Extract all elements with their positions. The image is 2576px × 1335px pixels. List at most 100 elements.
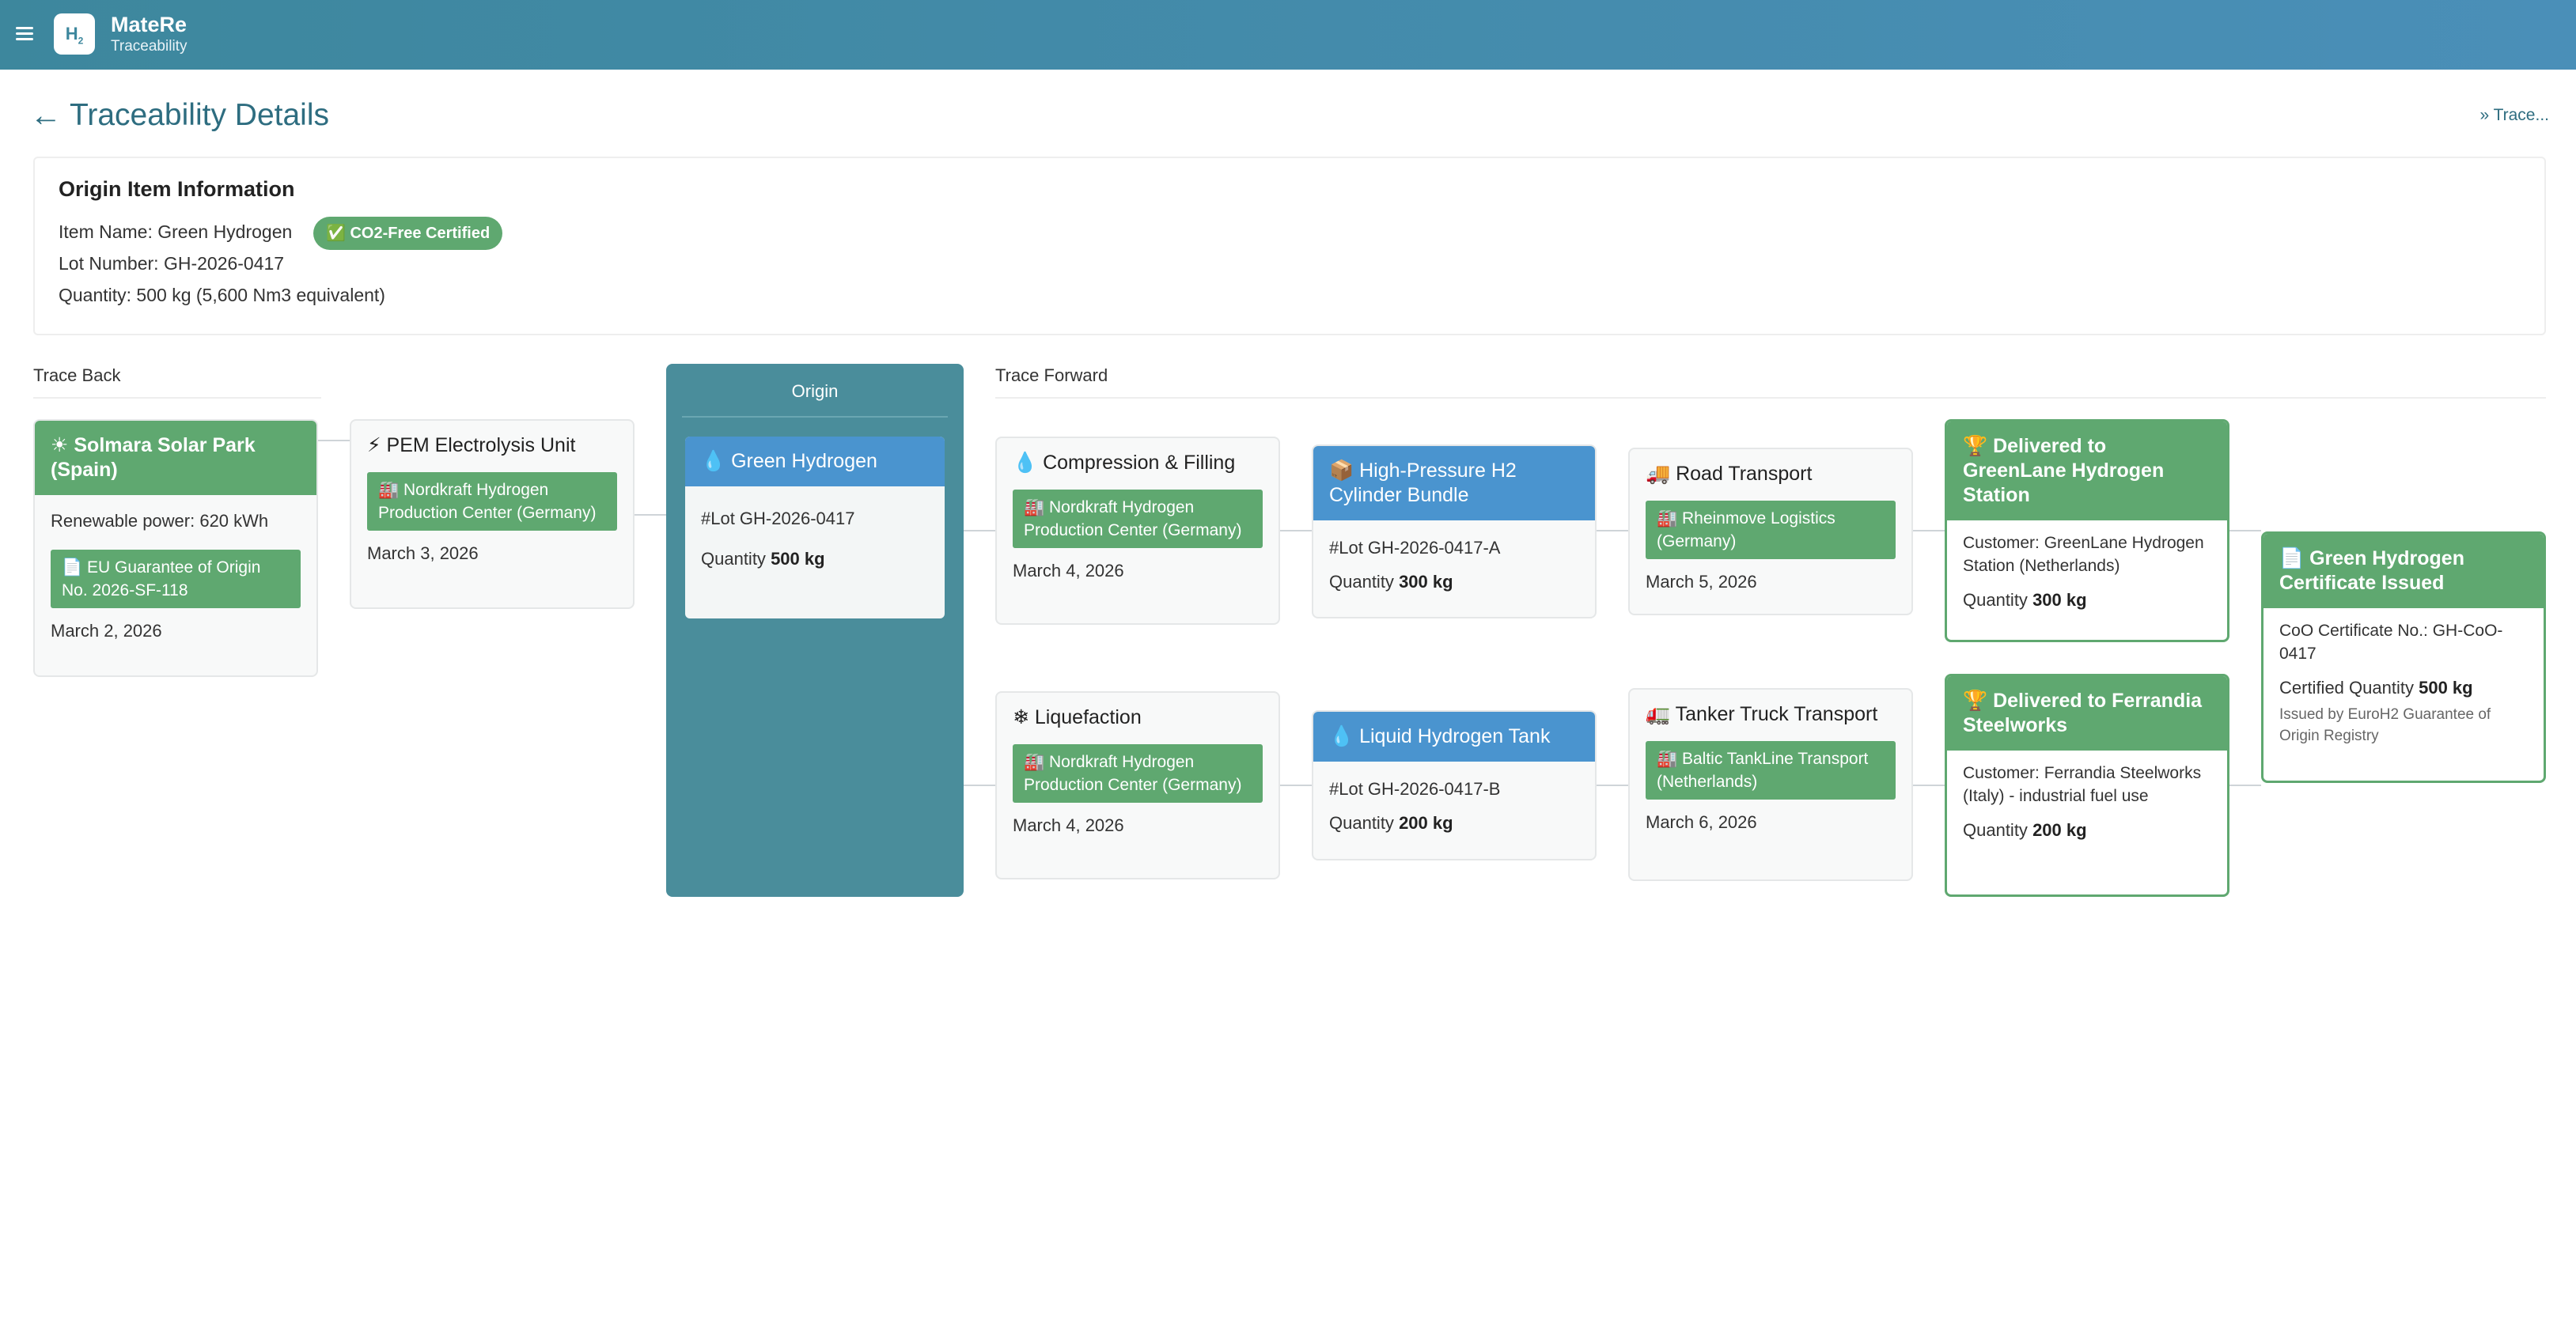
trace-forward-divider	[995, 397, 2546, 399]
app-subtitle: Traceability	[111, 38, 188, 55]
customer: Customer: Ferrandia Steelworks (Italy) -…	[1963, 764, 2202, 805]
card-title: Green Hydrogen Certificate Issued	[2279, 547, 2464, 594]
certified-quantity-value: 500 kg	[2419, 678, 2473, 698]
breadcrumb[interactable]: » Trace...	[2479, 106, 2549, 125]
connector	[1913, 785, 1945, 786]
hamburger-menu-icon[interactable]	[16, 24, 38, 46]
quantity-value: 200 kg	[1399, 813, 1453, 833]
card-title: Solmara Solar Park (Spain)	[51, 434, 256, 481]
card-title: Green Hydrogen	[731, 450, 877, 472]
connector	[318, 440, 351, 441]
connector	[635, 514, 666, 516]
back-arrow-icon[interactable]: ←	[30, 98, 62, 133]
quantity-row: Quantity 500 kg	[701, 547, 929, 570]
certificate-number: CoO Certificate No.: GH-CoO-0417	[2279, 622, 2503, 663]
lot-number: Lot Number: GH-2026-0417	[59, 253, 285, 274]
forward-card-compression-filling[interactable]: 💧 Compression & Filling 🏭 Nordkraft Hydr…	[995, 437, 1280, 625]
connector	[2229, 530, 2261, 531]
lot-number: #Lot GH-2026-0417-A	[1329, 538, 1501, 558]
certified-quantity-label: Certified Quantity	[2279, 678, 2414, 698]
connector	[964, 530, 995, 531]
forward-card-tanker-truck[interactable]: 🚛 Tanker Truck Transport 🏭 Baltic TankLi…	[1628, 688, 1913, 881]
connector	[964, 785, 995, 786]
forward-lot-card-cylinder-bundle[interactable]: 📦 High-Pressure H2 Cylinder Bundle #Lot …	[1312, 444, 1597, 618]
card-header: ☀ Solmara Solar Park (Spain)	[35, 421, 316, 495]
connector	[1597, 785, 1628, 786]
trace-back-label: Trace Back	[33, 365, 121, 385]
guarantee-of-origin-tag: 📄 EU Guarantee of Origin No. 2026-SF-118	[51, 550, 301, 608]
card-header: 📄 Green Hydrogen Certificate Issued	[2263, 534, 2544, 608]
origin-divider	[682, 416, 948, 418]
quantity-value: 300 kg	[1399, 572, 1453, 592]
item-name: Item Name: Green Hydrogen	[59, 221, 293, 242]
date: March 2, 2026	[51, 621, 162, 641]
trace-back-divider	[33, 397, 321, 399]
quantity-row: Quantity 300 kg	[1329, 570, 1579, 593]
card-title: High-Pressure H2 Cylinder Bundle	[1329, 459, 1517, 506]
quantity: Quantity: 500 kg (5,600 Nm3 equivalent)	[59, 285, 385, 305]
card-header: ⚡ PEM Electrolysis Unit	[351, 421, 633, 471]
quantity-label: Quantity	[1963, 590, 2028, 610]
droplet-icon: 💧	[1329, 725, 1354, 747]
app-logo[interactable]: H2	[54, 13, 95, 55]
trace-back-card-solar-park[interactable]: ☀ Solmara Solar Park (Spain) Renewable p…	[33, 419, 318, 677]
card-header: 🚛 Tanker Truck Transport	[1630, 690, 1911, 739]
card-header: ❄ Liquefaction	[997, 693, 1279, 743]
app-name: MateRe	[111, 13, 188, 36]
forward-lot-card-liquid-tank[interactable]: 💧 Liquid Hydrogen Tank #Lot GH-2026-0417…	[1312, 710, 1597, 860]
card-title: Liquid Hydrogen Tank	[1359, 725, 1551, 747]
quantity-label: Quantity	[1329, 813, 1394, 833]
trace-forward-label: Trace Forward	[995, 365, 1108, 385]
date: March 6, 2026	[1646, 812, 1757, 832]
card-title: Liquefaction	[1034, 706, 1142, 728]
top-bar: H2 MateRe Traceability	[0, 0, 2576, 70]
card-header: 💧 Liquid Hydrogen Tank	[1313, 712, 1595, 762]
quantity-value: 200 kg	[2032, 820, 2087, 840]
carrier-tag: 🏭 Rheinmove Logistics (Germany)	[1646, 501, 1896, 559]
connector	[1280, 785, 1312, 786]
delivery-card-ferrandia[interactable]: 🏆 Delivered to Ferrandia Steelworks Cust…	[1945, 674, 2229, 897]
droplet-icon: 💧	[701, 450, 726, 472]
delivery-card-greenlane[interactable]: 🏆 Delivered to GreenLane Hydrogen Statio…	[1945, 419, 2229, 642]
card-title: Delivered to GreenLane Hydrogen Station	[1963, 435, 2165, 506]
lightning-icon: ⚡	[367, 434, 381, 456]
origin-item-card[interactable]: 💧 Green Hydrogen #Lot GH-2026-0417 Quant…	[685, 437, 945, 618]
date: March 4, 2026	[1013, 561, 1124, 581]
snowflake-icon: ❄	[1013, 706, 1029, 728]
sun-icon: ☀	[51, 434, 69, 456]
forward-card-liquefaction[interactable]: ❄ Liquefaction 🏭 Nordkraft Hydrogen Prod…	[995, 691, 1280, 879]
card-title: Compression & Filling	[1043, 452, 1236, 474]
lot-number: #Lot GH-2026-0417	[701, 509, 855, 528]
quantity-label: Quantity	[701, 549, 766, 569]
connector	[2229, 785, 2261, 786]
card-title: Road Transport	[1676, 463, 1813, 485]
card-header: 🏆 Delivered to Ferrandia Steelworks	[1947, 676, 2227, 751]
logo-subscript: 2	[78, 35, 84, 47]
quantity-label: Quantity	[1963, 820, 2028, 840]
trace-back-card-pem-electrolysis[interactable]: ⚡ PEM Electrolysis Unit 🏭 Nordkraft Hydr…	[350, 419, 635, 609]
trophy-icon: 🏆	[1963, 435, 1988, 457]
card-title: Delivered to Ferrandia Steelworks	[1963, 690, 2203, 736]
card-header: 💧 Green Hydrogen	[685, 437, 945, 486]
certified-quantity-row: Certified Quantity 500 kg	[2279, 676, 2528, 699]
trophy-icon: 🏆	[1963, 690, 1988, 712]
page-title: Traceability Details	[70, 98, 329, 132]
customer: Customer: GreenLane Hydrogen Station (Ne…	[1963, 534, 2204, 575]
connector	[1597, 530, 1628, 531]
date: March 5, 2026	[1646, 572, 1757, 592]
renewable-power: Renewable power: 620 kWh	[51, 511, 269, 531]
carrier-tag: 🏭 Baltic TankLine Transport (Netherlands…	[1646, 741, 1896, 800]
card-header: 🚚 Road Transport	[1630, 449, 1911, 499]
quantity-label: Quantity	[1329, 572, 1394, 592]
certificate-card[interactable]: 📄 Green Hydrogen Certificate Issued CoO …	[2261, 531, 2546, 783]
forward-card-road-transport[interactable]: 🚚 Road Transport 🏭 Rheinmove Logistics (…	[1628, 448, 1913, 615]
co2-free-badge: ✅ CO2-Free Certified	[313, 217, 503, 250]
card-title: Tanker Truck Transport	[1675, 703, 1878, 725]
logo-text: H	[65, 24, 78, 43]
package-icon: 📦	[1329, 459, 1354, 482]
origin-info-card: Origin Item Information Item Name: Green…	[33, 157, 2546, 335]
lot-number: #Lot GH-2026-0417-B	[1329, 779, 1501, 799]
quantity-value: 300 kg	[2032, 590, 2087, 610]
quantity-row: Quantity 200 kg	[1963, 819, 2211, 841]
card-header: 📦 High-Pressure H2 Cylinder Bundle	[1313, 446, 1595, 520]
